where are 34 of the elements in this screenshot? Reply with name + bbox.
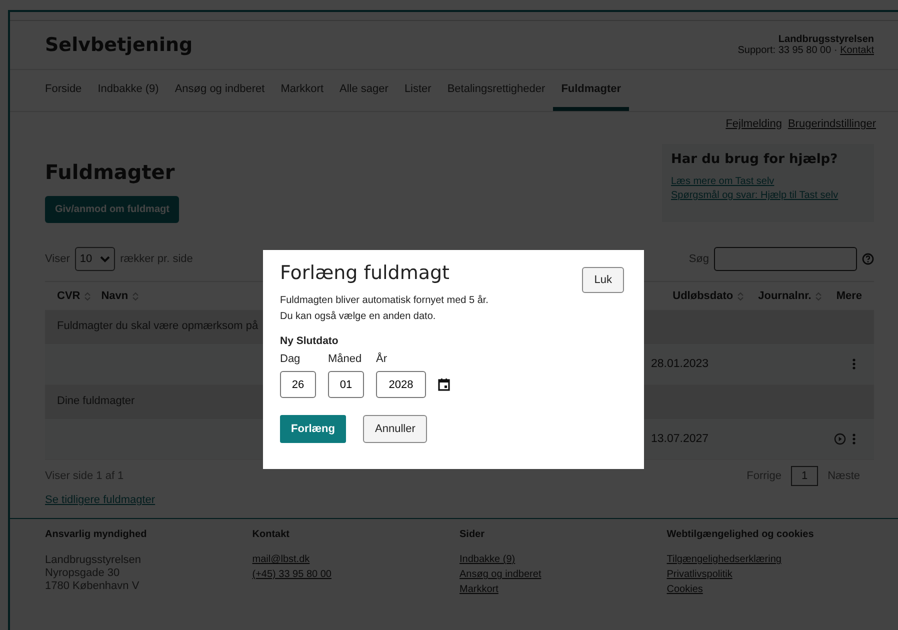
utility-link[interactable]: Fejlmelding — [726, 118, 782, 130]
footer-heading: Kontakt — [252, 529, 290, 540]
date-field[interactable]: 01 — [328, 371, 364, 398]
date-field[interactable]: 26 — [280, 371, 316, 398]
footer-heading: Sider — [460, 529, 486, 540]
support-text: Support: 33 95 80 00 · — [738, 45, 838, 56]
column-header[interactable]: Journalnr. — [758, 290, 812, 302]
dialog-text: Du kan også vælge en anden dato. — [280, 310, 437, 324]
organization-name: Landbrugsstyrelsen — [778, 34, 874, 45]
earlier-authorizations-link[interactable]: Se tidligere fuldmagter — [45, 494, 156, 506]
column-header[interactable]: Navn — [101, 290, 128, 302]
date-heading: Ny Slutdato — [280, 335, 340, 347]
footer-heading: Webtilgængelighed og cookies — [666, 529, 815, 540]
table-cell: 28.01.2023 — [651, 358, 709, 370]
close-button[interactable]: Luk — [582, 267, 624, 293]
calendar-icon[interactable] — [438, 378, 450, 391]
utility-link[interactable]: Brugerindstillinger — [788, 118, 876, 130]
footer-heading: Ansvarlig myndighed — [45, 529, 148, 540]
date-field-label: Måned — [328, 353, 363, 365]
contact-link[interactable]: Kontakt — [840, 45, 874, 56]
page-title: Fuldmagter — [45, 160, 176, 184]
site-title: Selvbetjening — [45, 34, 193, 56]
cancel-button[interactable]: Annuller — [363, 415, 428, 443]
dialog-text: Fuldmagten bliver automatisk fornyet med 5 år. — [280, 294, 490, 308]
date-field[interactable]: 2028 — [376, 371, 426, 398]
dialog-title: Forlæng fuldmagt — [280, 262, 450, 284]
extend-button[interactable]: Forlæng — [280, 415, 346, 443]
column-header[interactable]: CVR — [57, 290, 80, 302]
column-header[interactable]: Udløbsdato — [672, 290, 734, 302]
column-header: Mere — [836, 290, 862, 302]
date-field-label: Dag — [280, 353, 302, 365]
table-cell: 13.07.2027 — [651, 433, 709, 445]
help-title: Har du brug for hjælp? — [671, 152, 839, 167]
date-field-label: År — [376, 353, 388, 365]
